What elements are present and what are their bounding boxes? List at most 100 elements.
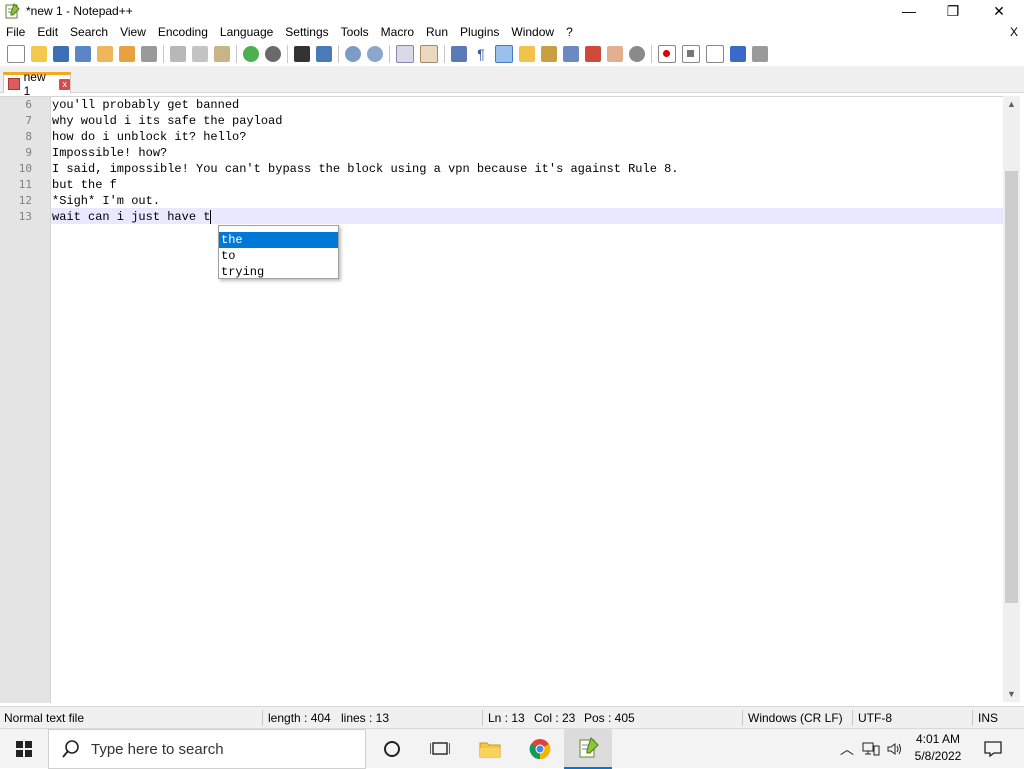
volume-icon[interactable] — [884, 729, 906, 769]
save-all-icon[interactable] — [75, 46, 91, 62]
minimize-button[interactable]: — — [886, 0, 932, 22]
title-bar: *new 1 - Notepad++ — [0, 0, 1024, 22]
redo-icon[interactable] — [265, 46, 281, 62]
tab-close-icon[interactable]: x — [59, 78, 70, 90]
menu-bar: File Edit Search View Encoding Language … — [0, 22, 1024, 42]
menu-help[interactable]: ? — [560, 22, 579, 42]
status-insert-mode[interactable]: INS — [974, 707, 998, 729]
taskbar: Type here to search ︿ 4:01 AM 5/8/2022 — [0, 728, 1024, 769]
notifications-icon[interactable] — [978, 729, 1008, 769]
tab-new-1[interactable]: new 1 x — [3, 70, 71, 98]
monitoring-icon[interactable] — [607, 46, 623, 62]
code-line[interactable]: I said, impossible! You can't bypass the… — [52, 161, 679, 177]
code-line[interactable]: you'll probably get banned — [52, 97, 239, 113]
menu-search[interactable]: Search — [64, 22, 114, 42]
word-wrap-icon[interactable] — [451, 46, 467, 62]
code-line[interactable]: but the f — [52, 177, 117, 193]
menu-macro[interactable]: Macro — [375, 22, 420, 42]
zoom-in-icon[interactable] — [345, 46, 361, 62]
save-macro-icon[interactable] — [629, 46, 645, 62]
cortana-icon[interactable] — [368, 729, 416, 769]
run-macro-multiple-icon[interactable] — [730, 46, 746, 62]
menu-edit[interactable]: Edit — [31, 22, 64, 42]
file-explorer-icon[interactable] — [466, 729, 514, 769]
toolbar-separator — [389, 45, 390, 63]
save-icon[interactable] — [53, 46, 69, 62]
code-line[interactable]: how do i unblock it? hello? — [52, 129, 246, 145]
search-icon — [62, 740, 79, 758]
show-hidden-icons-chevron-icon[interactable]: ︿ — [836, 729, 858, 769]
autocomplete-item[interactable]: trying — [219, 264, 338, 280]
sync-horizontal-icon[interactable] — [420, 45, 438, 63]
paste-icon[interactable] — [214, 46, 230, 62]
find-icon[interactable] — [294, 46, 310, 62]
start-button[interactable] — [0, 729, 48, 769]
cut-icon[interactable] — [170, 46, 186, 62]
undo-icon[interactable] — [243, 46, 259, 62]
taskbar-search-box[interactable]: Type here to search — [48, 729, 366, 769]
replace-icon[interactable] — [316, 46, 332, 62]
code-line[interactable]: *Sigh* I'm out. — [52, 193, 160, 209]
stop-macro-icon[interactable] — [682, 45, 700, 63]
copy-icon[interactable] — [192, 46, 208, 62]
scroll-up-icon[interactable]: ▲ — [1003, 96, 1020, 112]
notepadpp-taskbar-icon[interactable] — [564, 729, 612, 769]
status-separator — [972, 710, 973, 726]
save-recorded-macro-icon[interactable] — [752, 46, 768, 62]
zoom-out-icon[interactable] — [367, 46, 383, 62]
show-all-chars-icon[interactable]: ¶ — [473, 46, 489, 62]
close-document-button[interactable]: X — [1010, 22, 1018, 42]
folder-workspace-icon[interactable] — [585, 46, 601, 62]
line-number: 7 — [25, 114, 32, 127]
system-clock[interactable]: 4:01 AM 5/8/2022 — [908, 731, 968, 765]
sync-vertical-icon[interactable] — [396, 45, 414, 63]
menu-language[interactable]: Language — [214, 22, 279, 42]
task-view-icon[interactable] — [416, 729, 464, 769]
menu-tools[interactable]: Tools — [335, 22, 375, 42]
autocomplete-item[interactable]: the — [219, 232, 338, 248]
clock-date: 5/8/2022 — [914, 749, 962, 763]
menu-encoding[interactable]: Encoding — [152, 22, 214, 42]
close-window-button[interactable]: ✕ — [976, 0, 1022, 22]
status-encoding[interactable]: UTF-8 — [854, 707, 892, 729]
new-file-icon[interactable] — [7, 45, 25, 63]
line-number-gutter: 6 7 8 9 10 11 12 13 — [0, 97, 51, 703]
network-icon[interactable] — [860, 729, 882, 769]
vertical-scrollbar[interactable]: ▲ ▼ — [1003, 96, 1020, 702]
menu-plugins[interactable]: Plugins — [454, 22, 505, 42]
status-pos: Pos : 405 — [584, 711, 635, 725]
code-line[interactable]: why would i its safe the payload — [52, 113, 282, 129]
doc-map-icon[interactable] — [541, 46, 557, 62]
indent-guide-icon[interactable] — [495, 45, 513, 63]
menu-file[interactable]: File — [0, 22, 31, 42]
chrome-icon[interactable] — [516, 729, 564, 769]
status-separator — [262, 710, 263, 726]
print-icon[interactable] — [141, 46, 157, 62]
editor-area[interactable]: 6 7 8 9 10 11 12 13 you'll probably get … — [0, 96, 1020, 703]
menu-settings[interactable]: Settings — [279, 22, 334, 42]
play-macro-icon[interactable] — [706, 45, 724, 63]
notepadpp-app-icon — [5, 3, 20, 19]
unsaved-file-icon — [8, 78, 20, 90]
toolbar-separator — [444, 45, 445, 63]
line-number: 10 — [18, 162, 32, 175]
close-icon[interactable] — [97, 46, 113, 62]
autocomplete-item[interactable]: to — [219, 248, 338, 264]
open-file-icon[interactable] — [31, 46, 47, 62]
menu-run[interactable]: Run — [420, 22, 454, 42]
maximize-button[interactable]: ❐ — [930, 0, 976, 22]
scrollbar-thumb[interactable] — [1005, 171, 1018, 603]
menu-window[interactable]: Window — [505, 22, 560, 42]
record-macro-icon[interactable] — [658, 45, 676, 63]
search-placeholder: Type here to search — [91, 740, 224, 758]
scroll-down-icon[interactable]: ▼ — [1003, 686, 1020, 702]
line-number: 8 — [25, 130, 32, 143]
function-list-icon[interactable] — [563, 46, 579, 62]
window-title: *new 1 - Notepad++ — [26, 4, 133, 18]
code-line-current[interactable]: wait can i just have t — [52, 209, 210, 225]
close-all-icon[interactable] — [119, 46, 135, 62]
menu-view[interactable]: View — [114, 22, 152, 42]
status-eol[interactable]: Windows (CR LF) — [744, 707, 843, 729]
udl-icon[interactable] — [519, 46, 535, 62]
code-line[interactable]: Impossible! how? — [52, 145, 167, 161]
